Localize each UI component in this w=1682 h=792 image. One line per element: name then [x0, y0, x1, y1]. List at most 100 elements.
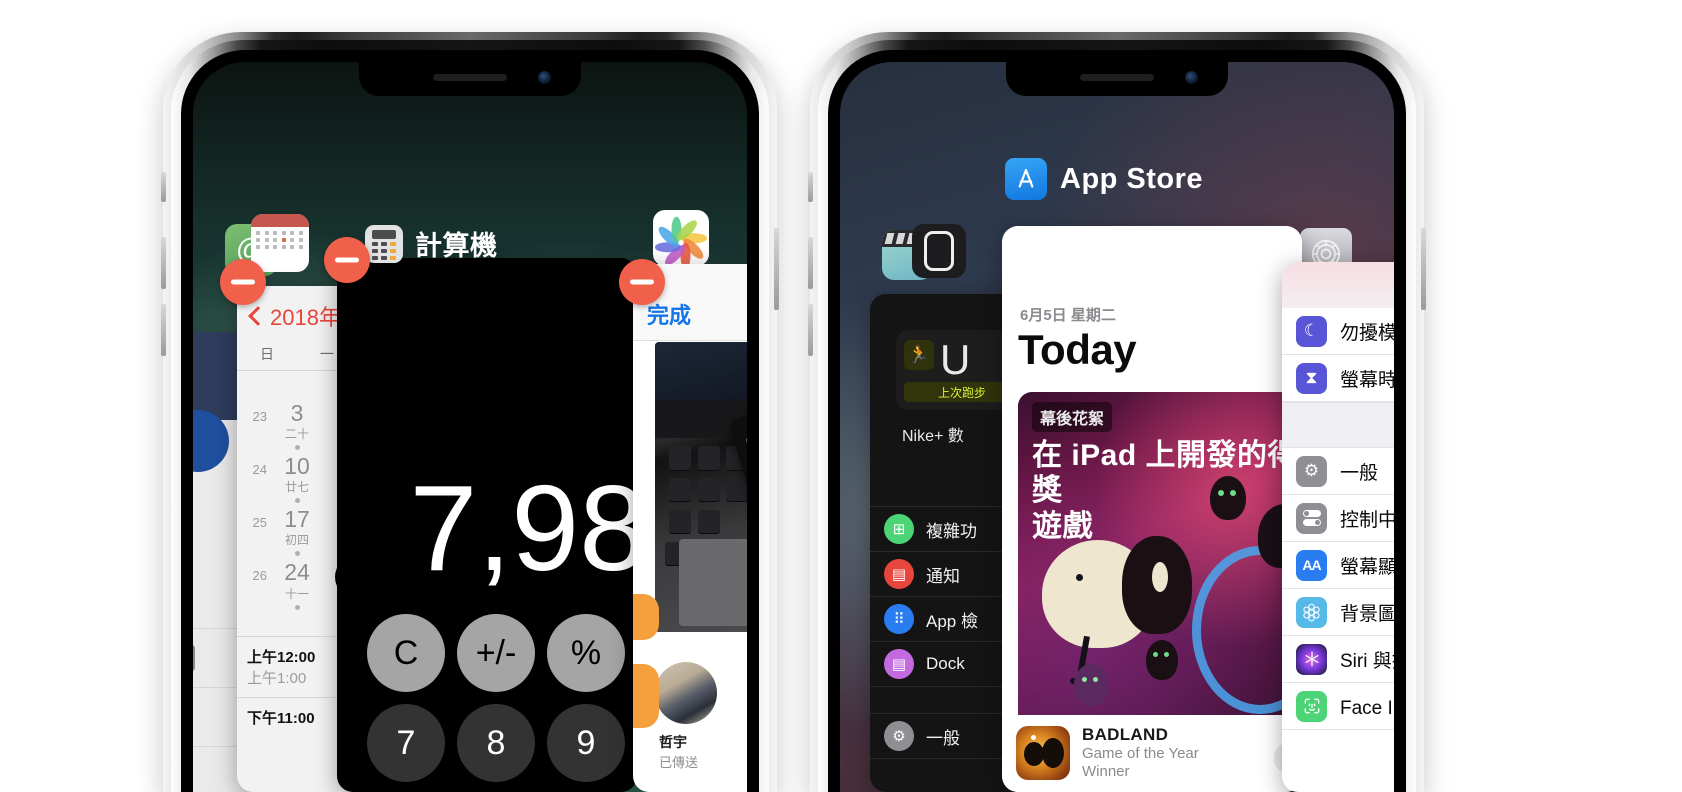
day-header: 日 — [237, 344, 297, 364]
calculator-card[interactable]: 7,98 C +/- % 7 8 9 — [337, 258, 637, 792]
photo-content — [655, 342, 747, 632]
hourglass-icon: ⧗ — [1296, 363, 1327, 394]
calendar-day[interactable]: 17 初四 — [267, 507, 327, 556]
week-number: 26 — [237, 560, 267, 583]
phone-left: @ — [163, 32, 777, 792]
calculator-key-percent[interactable]: % — [547, 614, 625, 692]
dock-icon: ▤ — [884, 649, 914, 679]
event-time: 下午11:00 — [247, 707, 343, 728]
featured-app-row[interactable]: BADLAND Game of the Year Winner NT — [1002, 715, 1302, 792]
app-store-heading: Today — [1018, 326, 1136, 374]
event-time: 上午12:00 上午1:00 — [247, 646, 343, 688]
story-kicker: 幕後花絮 — [1032, 402, 1112, 432]
display-icon: AA — [1296, 550, 1327, 581]
wallpaper-icon — [1296, 597, 1327, 628]
contact-card-icon — [193, 645, 195, 671]
calculator-key-sign[interactable]: +/- — [457, 614, 535, 692]
volume-down-button[interactable] — [161, 304, 166, 356]
hamburger-icon[interactable] — [193, 358, 211, 379]
done-button[interactable]: 完成 — [647, 298, 691, 330]
creature-head — [1122, 536, 1192, 634]
progress-ring-icon: U — [940, 336, 970, 384]
close-card-button-calendar[interactable] — [324, 237, 370, 283]
gear-icon: ⚙ — [884, 721, 914, 751]
calculator-icon[interactable] — [365, 225, 403, 263]
notifications-icon: ▤ — [884, 559, 914, 589]
app-store-icon[interactable] — [1005, 158, 1047, 200]
side-button[interactable] — [1421, 228, 1426, 310]
phone-right: App Store 🏃 U 上次跑步 Nike+ 數 ⊞ 複雜功 ▤ 通知 — [810, 32, 1424, 792]
mute-switch[interactable] — [808, 172, 813, 202]
switcher-app-label: 計算機 — [415, 224, 498, 263]
close-card-button-mail[interactable] — [220, 259, 266, 305]
calendar-day[interactable]: 3 二十 — [267, 401, 327, 450]
watch-icon[interactable] — [912, 224, 966, 278]
settings-row-do-not-disturb[interactable]: ☾ 勿擾模式 — [1282, 308, 1394, 355]
contact-name: 哲宇 — [659, 732, 687, 752]
notch-right — [1006, 62, 1228, 96]
creature-small — [1210, 476, 1246, 520]
week-number: 24 — [237, 454, 267, 477]
gear-icon: ⚙ — [1296, 456, 1327, 487]
siri-icon — [1296, 644, 1327, 675]
calculator-key-7[interactable]: 7 — [367, 704, 445, 782]
volume-up-button[interactable] — [161, 237, 166, 289]
settings-row-face-id[interactable]: Face ID 與 — [1282, 683, 1394, 730]
calendar-icon[interactable] — [251, 214, 309, 272]
settings-card-header — [1282, 262, 1394, 308]
front-camera-icon — [538, 71, 551, 84]
featured-story-card[interactable]: 幕後花絮 在 iPad 上開發的得獎 遊戲 — [1018, 392, 1302, 730]
calculator-display: 7,98 — [410, 458, 637, 598]
calculator-key-8[interactable]: 8 — [457, 704, 535, 782]
screenshot-canvas: @ — [0, 0, 1682, 788]
settings-row-screen-time[interactable]: ⧗ 螢幕時間 — [1282, 355, 1394, 402]
complications-icon: ⊞ — [884, 514, 914, 544]
app-view-icon: ⠿ — [884, 604, 914, 634]
switcher-header-right: App Store — [1005, 158, 1203, 200]
app-store-card[interactable]: 6月5日 星期二 Today 幕後花絮 在 iPad 上開發的得獎 遊戲 — [1002, 226, 1302, 792]
watch-face-name: Nike+ 數 — [902, 422, 964, 446]
calculator-key-clear[interactable]: C — [367, 614, 445, 692]
message-bubble — [633, 664, 659, 728]
face-id-icon — [1296, 691, 1327, 722]
running-icon: 🏃 — [904, 340, 934, 370]
messages-card[interactable]: 完成 — [633, 264, 747, 792]
creature-small — [1146, 640, 1178, 680]
settings-row-control-center[interactable]: 控制中心 — [1282, 495, 1394, 542]
back-chevron-icon[interactable] — [248, 306, 268, 326]
front-camera-icon — [1185, 71, 1198, 84]
attached-photo[interactable] — [655, 342, 747, 632]
settings-row-display[interactable]: AA 螢幕顯示 — [1282, 542, 1394, 589]
phone-left-screen: @ — [193, 62, 747, 792]
notch-left — [359, 62, 581, 96]
week-number: 23 — [237, 401, 267, 424]
avatar — [655, 662, 717, 724]
badland-app-icon — [1016, 726, 1070, 780]
calculator-key-9[interactable]: 9 — [547, 704, 625, 782]
event-dot — [295, 605, 300, 610]
app-subtitle: Game of the Year Winner — [1082, 745, 1199, 783]
volume-up-button[interactable] — [808, 237, 813, 289]
mute-switch[interactable] — [161, 172, 166, 202]
calendar-day[interactable]: 24 十一 — [267, 560, 327, 609]
section-gap — [1282, 402, 1394, 448]
switcher-app-label: App Store — [1060, 163, 1203, 196]
settings-row-wallpaper[interactable]: 背景圖片 — [1282, 589, 1394, 636]
side-button[interactable] — [774, 228, 779, 310]
photos-glyph — [653, 210, 709, 266]
phone-right-screen: App Store 🏃 U 上次跑步 Nike+ 數 ⊞ 複雜功 ▤ 通知 — [840, 62, 1394, 792]
week-number: 25 — [237, 507, 267, 530]
control-center-icon — [1296, 503, 1327, 534]
switcher-header-left: 計算機 — [365, 224, 498, 263]
volume-down-button[interactable] — [808, 304, 813, 356]
calendar-day[interactable]: 10 廿七 — [267, 454, 327, 503]
settings-row-siri[interactable]: Siri 與搜 — [1282, 636, 1394, 683]
settings-row-general[interactable]: ⚙ 一般 — [1282, 448, 1394, 495]
photos-icon[interactable] — [653, 210, 709, 266]
earpiece-speaker — [433, 74, 507, 81]
trackpad — [679, 539, 747, 626]
app-store-date: 6月5日 星期二 — [1020, 304, 1116, 325]
settings-card[interactable]: ☾ 勿擾模式 ⧗ 螢幕時間 ⚙ 一般 — [1282, 262, 1394, 792]
close-card-button-calculator[interactable] — [619, 259, 665, 305]
message-status: 已傳送 — [659, 752, 698, 771]
